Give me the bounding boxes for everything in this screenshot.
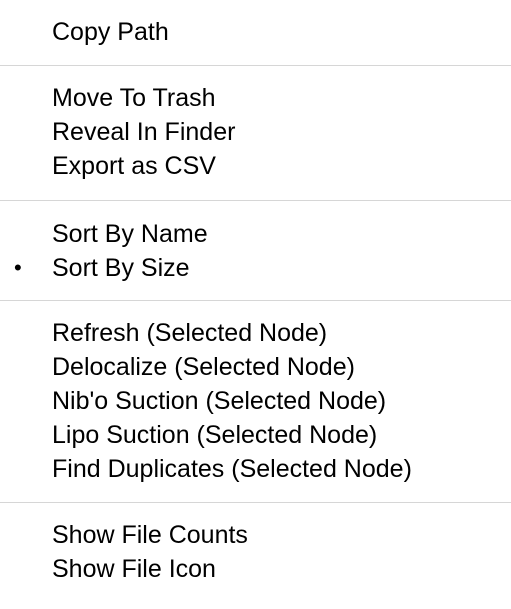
- menu-item-label: Reveal In Finder: [52, 118, 236, 146]
- menu-item-delocalize[interactable]: Delocalize (Selected Node): [0, 350, 511, 384]
- menu-group-node-actions: Refresh (Selected Node) Delocalize (Sele…: [0, 301, 511, 502]
- menu-item-move-to-trash[interactable]: Move To Trash: [0, 81, 511, 115]
- menu-item-export-as-csv[interactable]: Export as CSV: [0, 149, 511, 183]
- menu-item-label: Show File Icon: [52, 555, 216, 583]
- menu-item-label: Sort By Name: [52, 220, 208, 248]
- menu-group-file-actions: Move To Trash Reveal In Finder Export as…: [0, 66, 511, 200]
- menu-item-label: Copy Path: [52, 18, 169, 46]
- menu-item-label: Find Duplicates (Selected Node): [52, 455, 412, 483]
- menu-item-label: Refresh (Selected Node): [52, 319, 328, 347]
- menu-group-path: Copy Path: [0, 0, 511, 65]
- menu-item-lipo-suction[interactable]: Lipo Suction (Selected Node): [0, 418, 511, 452]
- menu-item-find-duplicates[interactable]: Find Duplicates (Selected Node): [0, 452, 511, 486]
- menu-item-show-file-counts[interactable]: Show File Counts: [0, 518, 511, 552]
- menu-group-display: Show File Counts Show File Icon: [0, 503, 511, 586]
- menu-item-nibo-suction[interactable]: Nib'o Suction (Selected Node): [0, 384, 511, 418]
- menu-item-label: Export as CSV: [52, 152, 216, 180]
- context-menu: Copy Path Move To Trash Reveal In Finder…: [0, 0, 511, 609]
- menu-item-show-file-icon[interactable]: Show File Icon: [0, 552, 511, 586]
- bullet-check-icon: •: [14, 255, 22, 280]
- menu-item-sort-by-size[interactable]: • Sort By Size: [0, 251, 511, 285]
- menu-item-label: Lipo Suction (Selected Node): [52, 421, 378, 449]
- menu-item-label: Show File Counts: [52, 521, 248, 549]
- menu-item-copy-path[interactable]: Copy Path: [0, 15, 511, 49]
- menu-item-label: Nib'o Suction (Selected Node): [52, 387, 387, 415]
- menu-item-reveal-in-finder[interactable]: Reveal In Finder: [0, 115, 511, 149]
- menu-item-label: Sort By Size: [52, 254, 190, 282]
- menu-group-sort: Sort By Name • Sort By Size: [0, 201, 511, 300]
- menu-item-label: Move To Trash: [52, 84, 216, 112]
- menu-item-refresh[interactable]: Refresh (Selected Node): [0, 316, 511, 350]
- menu-item-label: Delocalize (Selected Node): [52, 353, 355, 381]
- menu-item-sort-by-name[interactable]: Sort By Name: [0, 217, 511, 251]
